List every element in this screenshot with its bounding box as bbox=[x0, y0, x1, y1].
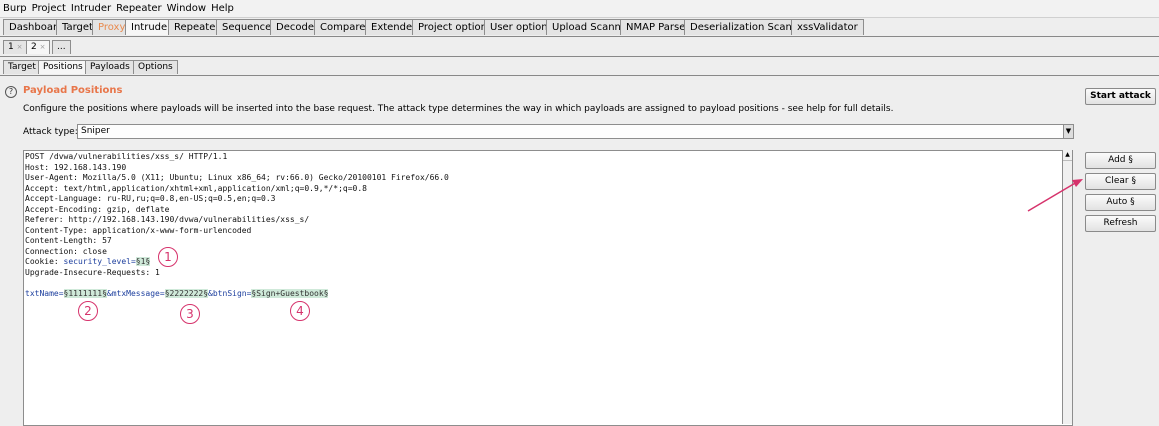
menu-window[interactable]: Window bbox=[165, 0, 208, 17]
inner-tab-options[interactable]: Options bbox=[133, 60, 178, 74]
cookie-name: security_level= bbox=[63, 257, 136, 266]
section-description: Configure the positions where payloads w… bbox=[23, 104, 894, 114]
menu-repeater[interactable]: Repeater bbox=[114, 0, 163, 17]
body-param-name: &mtxMessage= bbox=[106, 289, 165, 298]
attack-tab-label: 1 bbox=[8, 42, 14, 52]
add-marker-button[interactable]: Add § bbox=[1085, 152, 1156, 169]
annotation-marker-2: 2 bbox=[78, 301, 98, 321]
arrow-annotation-icon bbox=[1027, 179, 1083, 212]
payload-position-2[interactable]: §1111111§ bbox=[63, 289, 107, 298]
help-icon[interactable]: ? bbox=[5, 86, 17, 98]
chevron-up-icon[interactable]: ▲ bbox=[1063, 150, 1072, 161]
request-line: User-Agent: Mozilla/5.0 (X11; Ubuntu; Li… bbox=[25, 173, 449, 182]
body-param-name: txtName= bbox=[25, 289, 64, 298]
request-line: Accept-Language: ru-RU,ru;q=0.8,en-US;q=… bbox=[25, 194, 276, 203]
request-line: Host: 192.168.143.190 bbox=[25, 163, 127, 172]
intruder-inner-tab-bar: Target Positions Payloads Options bbox=[0, 58, 1159, 76]
menu-intruder[interactable]: Intruder bbox=[69, 0, 113, 17]
request-line: Content-Length: 57 bbox=[25, 236, 112, 245]
request-line: POST /dvwa/vulnerabilities/xss_s/ HTTP/1… bbox=[25, 152, 228, 161]
attack-tab-2[interactable]: 2 × bbox=[26, 40, 51, 54]
tool-tab-bar: Dashboard Target Proxy Intruder Repeater… bbox=[0, 18, 1159, 37]
body-param-name: &btnSign= bbox=[208, 289, 252, 298]
auto-markers-button[interactable]: Auto § bbox=[1085, 194, 1156, 211]
inner-tab-payloads[interactable]: Payloads bbox=[85, 60, 135, 74]
cookie-prefix: Cookie: bbox=[25, 257, 64, 266]
annotation-marker-4: 4 bbox=[290, 301, 310, 321]
close-icon[interactable]: × bbox=[17, 43, 23, 51]
payload-position-1[interactable]: §1§ bbox=[135, 257, 151, 266]
attack-type-select[interactable]: Sniper ▼ bbox=[77, 124, 1074, 139]
request-editor[interactable]: POST /dvwa/vulnerabilities/xss_s/ HTTP/1… bbox=[23, 150, 1073, 426]
attack-type-label: Attack type: bbox=[23, 127, 78, 137]
menu-help[interactable]: Help bbox=[209, 0, 236, 17]
attack-type-value: Sniper bbox=[81, 126, 110, 136]
request-line: Accept-Encoding: gzip, deflate bbox=[25, 205, 170, 214]
annotation-marker-1: 1 bbox=[158, 247, 178, 267]
clear-markers-button[interactable]: Clear § bbox=[1085, 173, 1156, 190]
request-line: Upgrade-Insecure-Requests: 1 bbox=[25, 268, 160, 277]
inner-tab-target[interactable]: Target bbox=[3, 60, 41, 74]
start-attack-button[interactable]: Start attack bbox=[1085, 88, 1156, 105]
menu-bar: Burp Project Intruder Repeater Window Help bbox=[0, 0, 1159, 18]
attack-tab-label: 2 bbox=[31, 42, 37, 52]
section-title: Payload Positions bbox=[23, 85, 123, 96]
attack-tab-bar: 1 × 2 × ... bbox=[0, 38, 1159, 57]
payload-position-4[interactable]: §Sign+Guestbook§ bbox=[251, 289, 329, 298]
new-tab-button[interactable]: ... bbox=[52, 40, 71, 54]
request-line: Referer: http://192.168.143.190/dvwa/vul… bbox=[25, 215, 310, 224]
close-icon[interactable]: × bbox=[40, 43, 46, 51]
annotation-marker-3: 3 bbox=[180, 304, 200, 324]
refresh-button[interactable]: Refresh bbox=[1085, 215, 1156, 232]
inner-tab-positions[interactable]: Positions bbox=[38, 60, 88, 74]
request-line: Connection: close bbox=[25, 247, 107, 256]
cookie-line: Cookie: security_level=§1§ bbox=[25, 257, 151, 266]
attack-tab-1[interactable]: 1 × bbox=[3, 40, 28, 54]
payload-position-3[interactable]: §2222222§ bbox=[164, 289, 209, 298]
request-line: Content-Type: application/x-www-form-url… bbox=[25, 226, 252, 235]
body-line: txtName=§1111111§&mtxMessage=§2222222§&b… bbox=[25, 289, 329, 298]
menu-project[interactable]: Project bbox=[30, 0, 68, 17]
chevron-down-icon[interactable]: ▼ bbox=[1063, 125, 1073, 138]
request-line: Accept: text/html,application/xhtml+xml,… bbox=[25, 184, 367, 193]
menu-burp[interactable]: Burp bbox=[1, 0, 29, 17]
tab-xssvalidator[interactable]: xssValidator bbox=[791, 19, 864, 35]
